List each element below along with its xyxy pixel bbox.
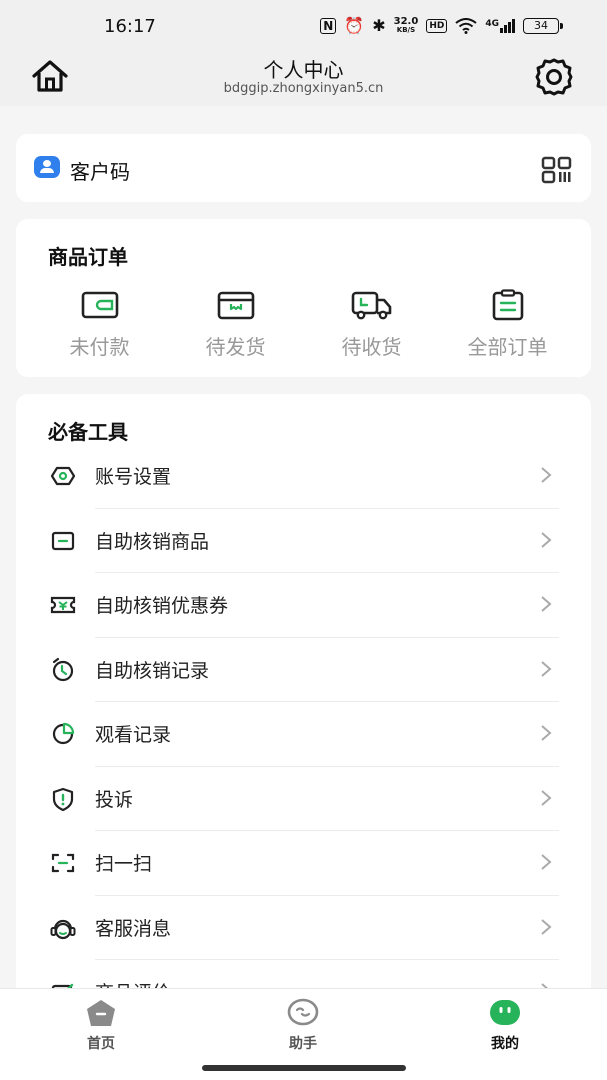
order-to-receive-label: 待收货 bbox=[341, 335, 402, 359]
pie-chart-icon bbox=[52, 722, 75, 745]
account-settings-icon bbox=[50, 466, 76, 486]
tool-account-settings[interactable]: 账号设置 bbox=[16, 444, 591, 509]
hd-icon: HD bbox=[426, 19, 448, 33]
qr-code-button[interactable] bbox=[541, 156, 573, 184]
tool-self-verify-goods[interactable]: 自助核销商品 bbox=[16, 509, 591, 573]
chevron-right-icon bbox=[541, 854, 552, 870]
wifi-icon bbox=[455, 18, 477, 34]
tool-self-verify-records-label: 自助核销记录 bbox=[95, 659, 210, 682]
tool-scan[interactable]: 扫一扫 bbox=[16, 831, 591, 896]
clock-icon bbox=[52, 657, 74, 681]
tool-complaint[interactable]: 投诉 bbox=[16, 767, 591, 831]
tool-self-verify-records[interactable]: 自助核销记录 bbox=[16, 638, 591, 702]
tool-list: 账号设置 自助核销商品 自助核销优惠券 自助核销记录 观看记录 投诉 扫一扫 客… bbox=[16, 444, 591, 1025]
tray-icon bbox=[51, 531, 75, 550]
tool-customer-service[interactable]: 客服消息 bbox=[16, 896, 591, 960]
order-all-label: 全部订单 bbox=[467, 335, 548, 359]
chevron-right-icon bbox=[541, 531, 552, 548]
tool-watch-history[interactable]: 观看记录 bbox=[16, 702, 591, 767]
assistant-tab-icon bbox=[287, 998, 319, 1026]
id-card-icon bbox=[34, 156, 60, 178]
order-all[interactable]: 全部订单 bbox=[440, 289, 575, 360]
chevron-right-icon bbox=[541, 467, 552, 483]
settings-button[interactable] bbox=[533, 56, 575, 98]
tab-assistant-label: 助手 bbox=[289, 1036, 317, 1052]
status-icons: N ⏰ ✱ 32.0 KB/S HD 4G 34 bbox=[320, 16, 563, 35]
wallet-icon bbox=[81, 291, 118, 319]
order-to-ship-label: 待发货 bbox=[205, 335, 266, 359]
chevron-right-icon bbox=[541, 725, 552, 741]
home-indicator[interactable] bbox=[202, 1065, 406, 1071]
tool-complaint-label: 投诉 bbox=[95, 788, 134, 811]
chevron-right-icon bbox=[541, 789, 552, 806]
network-speed-unit: KB/S bbox=[396, 26, 416, 34]
page-url: bdggip.zhongxinyan5.cn bbox=[223, 81, 384, 96]
alarm-icon: ⏰ bbox=[344, 16, 365, 35]
tab-assistant[interactable]: 助手 bbox=[243, 997, 363, 1053]
profile-tab-icon bbox=[490, 1000, 520, 1025]
tool-self-verify-coupon[interactable]: 自助核销优惠券 bbox=[16, 573, 591, 638]
chevron-right-icon bbox=[541, 660, 552, 677]
tab-profile[interactable]: 我的 bbox=[445, 997, 565, 1053]
chevron-right-icon bbox=[541, 918, 552, 935]
tab-profile-label: 我的 bbox=[491, 1036, 519, 1052]
order-unpaid[interactable]: 未付款 bbox=[32, 289, 167, 360]
tool-self-verify-coupon-label: 自助核销优惠券 bbox=[95, 595, 229, 617]
order-status-list: 未付款 待发货 待收货 全部订单 bbox=[32, 289, 575, 360]
page-title: 个人中心 bbox=[263, 58, 344, 82]
nfc-icon: N bbox=[320, 18, 337, 34]
home-tab-icon bbox=[87, 1000, 115, 1026]
scan-icon bbox=[51, 853, 75, 873]
battery-icon: 34 bbox=[523, 18, 563, 34]
signal-icon: 4G bbox=[485, 19, 515, 33]
order-to-receive[interactable]: 待收货 bbox=[304, 289, 439, 360]
headset-icon bbox=[50, 919, 76, 939]
tool-customer-service-label: 客服消息 bbox=[95, 917, 172, 940]
clipboard-icon bbox=[492, 289, 523, 321]
page-header: 个人中心 bdggip.zhongxinyan5.cn bbox=[0, 52, 607, 106]
order-to-ship[interactable]: 待发货 bbox=[168, 289, 303, 360]
tools-title: 必备工具 bbox=[48, 420, 128, 444]
tool-scan-label: 扫一扫 bbox=[95, 853, 153, 875]
tools-card: 必备工具 账号设置 自助核销商品 自助核销优惠券 自助核销记录 观看记录 投诉 … bbox=[16, 394, 591, 1034]
tool-self-verify-goods-label: 自助核销商品 bbox=[95, 530, 210, 553]
tab-home[interactable]: 首页 bbox=[41, 997, 161, 1053]
tool-account-settings-label: 账号设置 bbox=[95, 466, 172, 488]
customer-code-card[interactable]: 客户码 bbox=[16, 134, 591, 202]
tool-watch-history-label: 观看记录 bbox=[95, 724, 172, 746]
package-icon bbox=[217, 291, 254, 320]
warning-shield-icon bbox=[52, 787, 74, 811]
qr-code-icon bbox=[541, 156, 572, 184]
chevron-right-icon bbox=[541, 596, 552, 612]
status-time: 16:17 bbox=[104, 16, 156, 37]
network-speed: 32.0 KB/S bbox=[394, 17, 419, 35]
network-speed-value: 32.0 bbox=[393, 16, 419, 27]
customer-code-label: 客户码 bbox=[70, 160, 130, 184]
orders-title: 商品订单 bbox=[48, 245, 128, 269]
coupon-icon bbox=[50, 596, 76, 614]
tab-home-label: 首页 bbox=[87, 1036, 115, 1052]
status-bar: 16:17 N ⏰ ✱ 32.0 KB/S HD 4G 34 bbox=[0, 0, 607, 52]
network-type: 4G bbox=[485, 19, 499, 29]
truck-icon bbox=[351, 291, 391, 320]
bluetooth-icon: ✱ bbox=[372, 16, 386, 35]
order-unpaid-label: 未付款 bbox=[69, 335, 130, 359]
gear-icon bbox=[535, 58, 573, 96]
orders-card: 商品订单 未付款 待发货 待收货 全部订单 bbox=[16, 219, 591, 377]
